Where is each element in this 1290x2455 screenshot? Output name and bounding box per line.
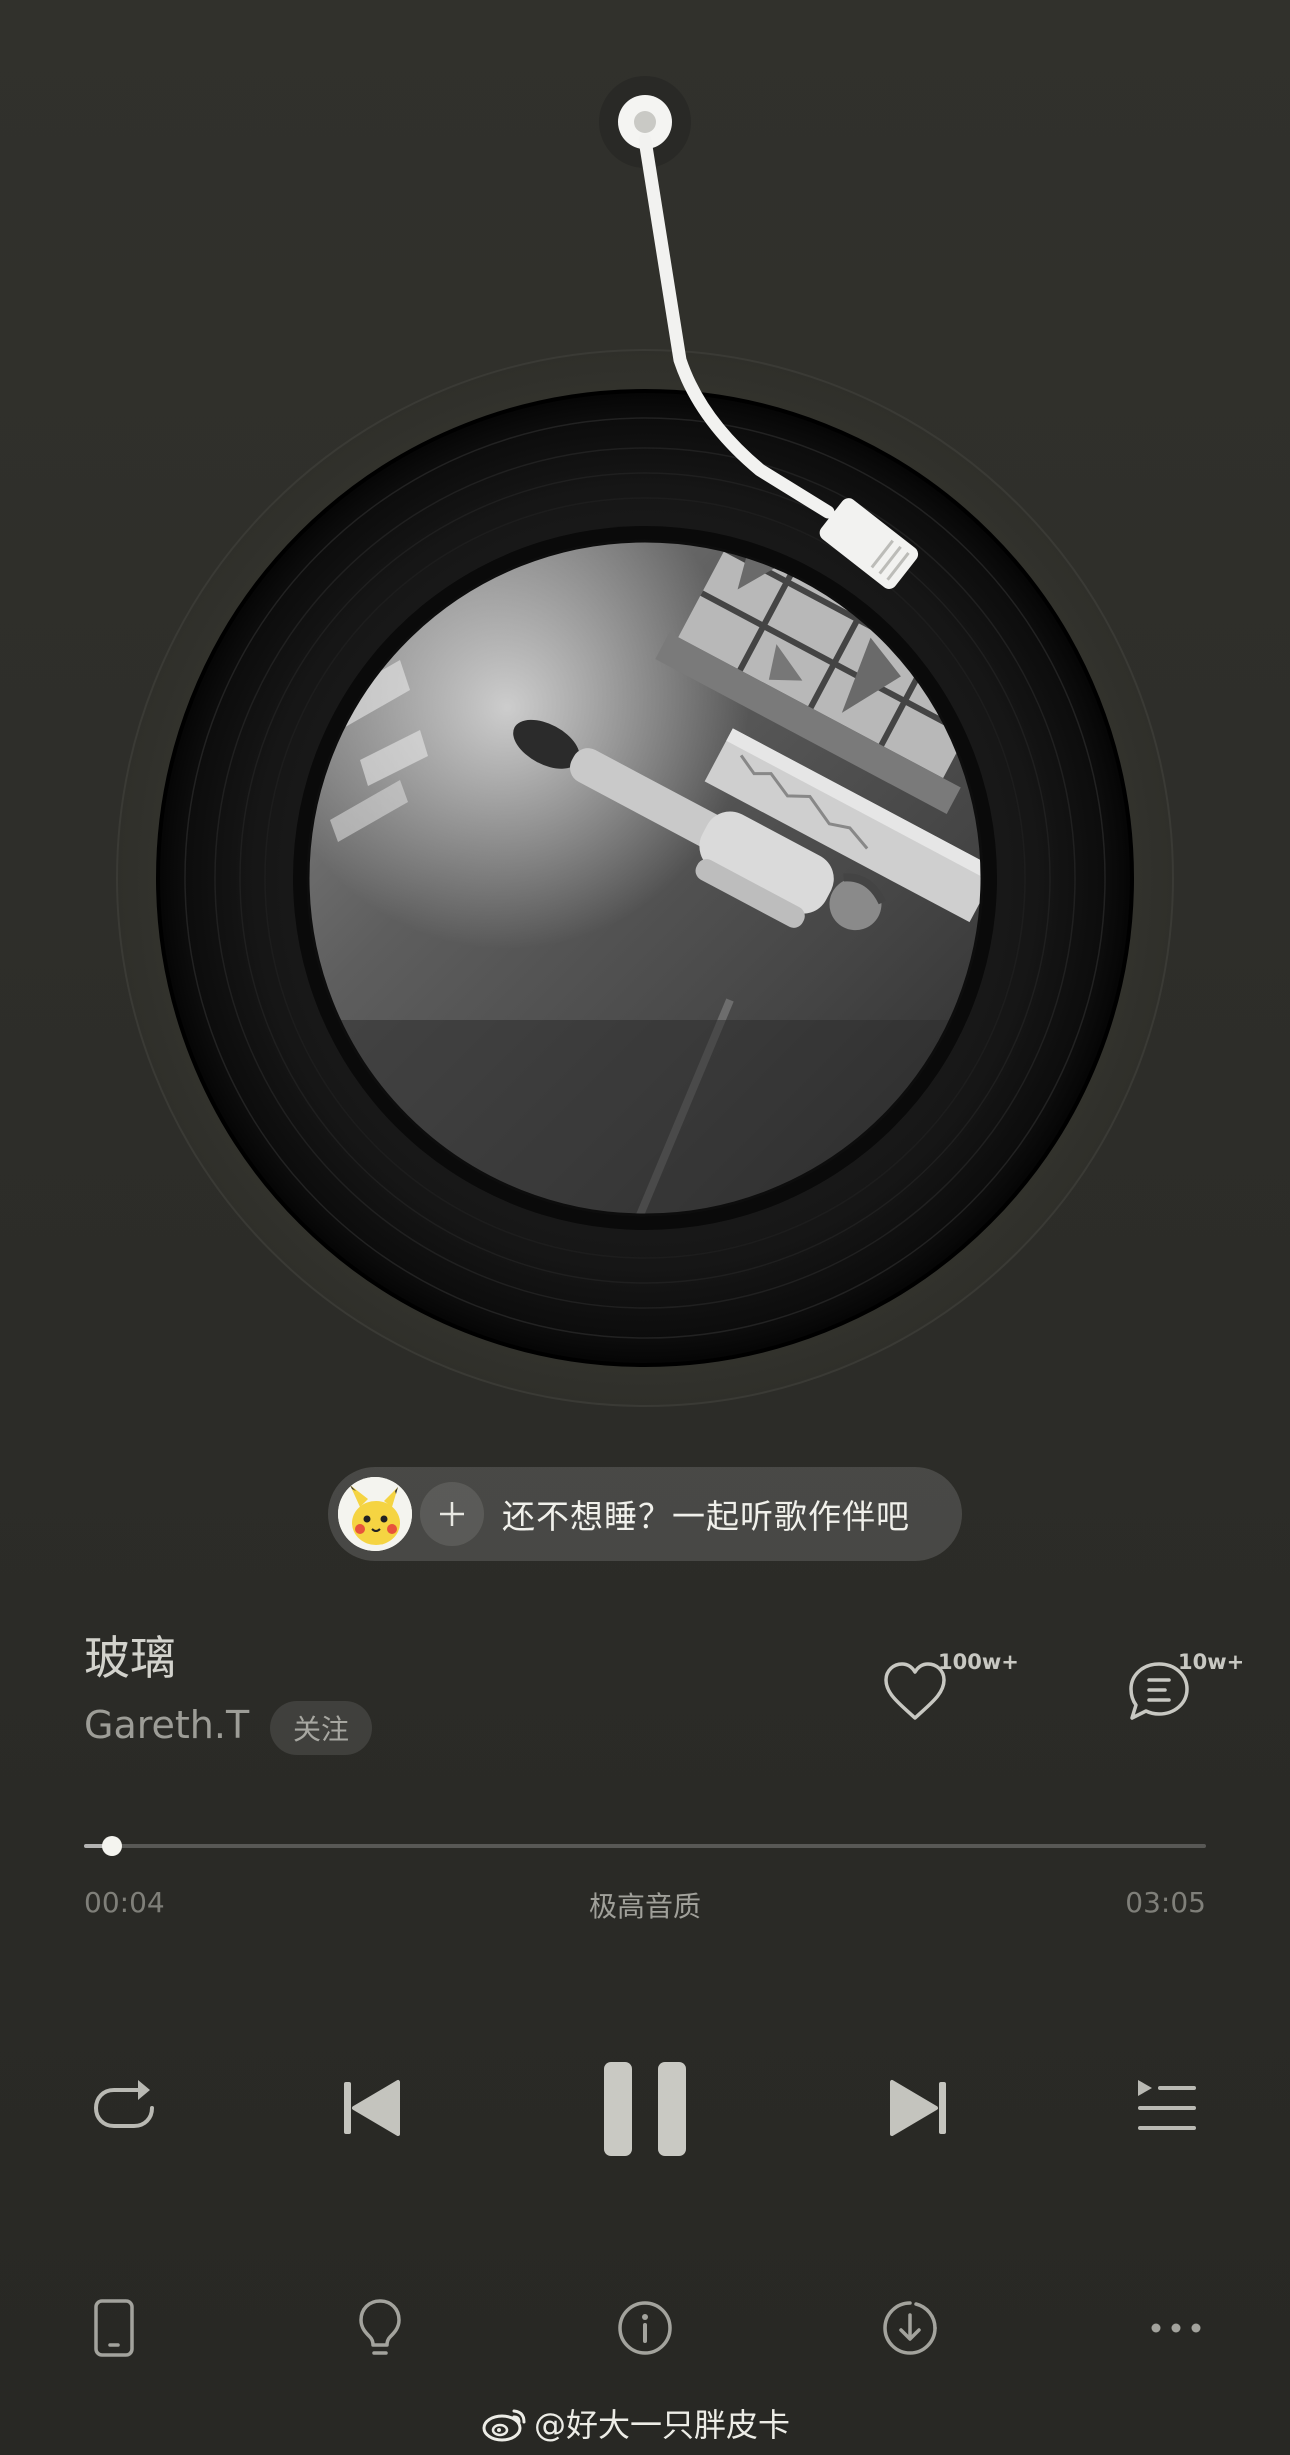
pause-icon[interactable] <box>604 2062 686 2156</box>
device-icon[interactable] <box>92 2298 136 2358</box>
lightbulb-icon[interactable] <box>356 2297 404 2361</box>
artist-name[interactable]: Gareth.T <box>84 1703 249 1747</box>
info-icon[interactable] <box>617 2300 673 2356</box>
progress-bar[interactable] <box>84 1836 1206 1856</box>
listen-together-bubble[interactable]: 还不想睡？一起听歌作伴吧 <box>328 1467 962 1561</box>
like-count: 100w+ <box>938 1650 1019 1674</box>
download-icon[interactable] <box>882 2300 938 2356</box>
repeat-icon[interactable] <box>88 2070 160 2142</box>
add-button[interactable] <box>420 1482 484 1546</box>
total-time: 03:05 <box>1125 1886 1206 1919</box>
previous-icon[interactable] <box>340 2076 404 2140</box>
watermark: @好大一只胖皮卡 <box>482 2398 790 2448</box>
more-icon[interactable] <box>1150 2318 1202 2338</box>
plus-icon <box>440 1502 464 1526</box>
turntable <box>116 76 1174 1407</box>
current-time: 00:04 <box>84 1886 165 1919</box>
like-button[interactable]: 100w+ <box>880 1650 1030 1730</box>
weibo-logo-icon <box>482 2409 526 2442</box>
follow-button[interactable]: 关注 <box>270 1701 372 1755</box>
comment-count: 10w+ <box>1178 1650 1245 1674</box>
progress-knob[interactable] <box>102 1836 123 1856</box>
pikachu-avatar-icon <box>338 1477 412 1551</box>
playlist-icon[interactable] <box>1136 2076 1198 2138</box>
avatar[interactable] <box>338 1477 412 1551</box>
song-title: 玻璃 <box>84 1631 176 1685</box>
next-icon[interactable] <box>886 2076 950 2140</box>
watermark-text: @好大一只胖皮卡 <box>534 2406 791 2444</box>
bubble-text: 还不想睡？一起听歌作伴吧 <box>502 1497 910 1536</box>
quality-button[interactable]: 极高音质 <box>545 1885 745 1925</box>
comment-button[interactable]: 10w+ <box>1124 1650 1274 1730</box>
